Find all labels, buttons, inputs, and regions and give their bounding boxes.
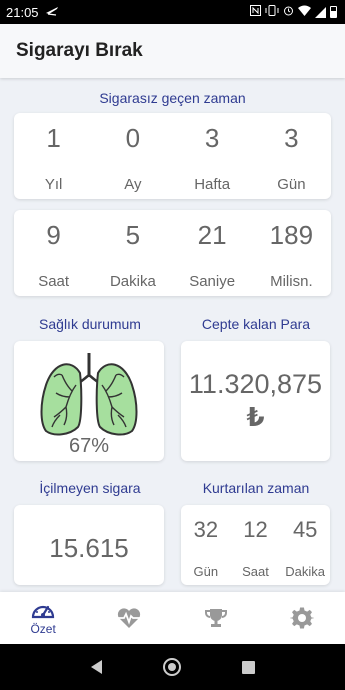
saved-label: Gün xyxy=(193,564,219,579)
recent-apps-icon[interactable] xyxy=(241,660,255,674)
stat-label: Saniye xyxy=(189,273,236,290)
saved-minutes: 45 Dakika xyxy=(280,505,330,585)
nav-achievements[interactable] xyxy=(173,592,259,644)
system-nav-bar xyxy=(0,644,345,690)
health-percent: 67% xyxy=(68,435,110,457)
gear-icon xyxy=(289,607,314,629)
stat-minutes: 5 Dakika xyxy=(93,210,172,296)
smoke-free-time-card-1: 1 Yıl 0 Ay 3 Hafta 3 Gün xyxy=(14,113,331,199)
app-bar: Sigarayı Bırak xyxy=(0,24,345,78)
health-card[interactable]: 67% xyxy=(14,341,164,461)
stat-days: 3 Gün xyxy=(252,113,331,199)
status-bar: 21:05 xyxy=(0,0,345,24)
stat-hours: 9 Saat xyxy=(14,210,93,296)
nav-settings[interactable] xyxy=(259,592,345,644)
health-title: Sağlık durumum xyxy=(39,316,141,332)
saved-time-title: Kurtarılan zaman xyxy=(202,480,310,496)
stat-label: Milisn. xyxy=(270,273,313,290)
trophy-icon xyxy=(204,609,227,627)
stat-label: Yıl xyxy=(44,176,63,193)
unsmoked-card[interactable]: 15.615 xyxy=(14,505,164,585)
wifi-icon xyxy=(298,5,311,19)
stat-label: Gün xyxy=(277,176,306,193)
saved-label: Dakika xyxy=(285,564,326,579)
speedometer-icon xyxy=(32,605,55,619)
nav-health[interactable] xyxy=(86,592,172,644)
stat-value: 189 xyxy=(269,220,314,250)
saved-label: Saat xyxy=(242,564,269,579)
battery-icon xyxy=(330,6,337,18)
saved-value: 12 xyxy=(243,517,268,542)
back-icon[interactable] xyxy=(90,660,102,674)
stat-milliseconds: 189 Milisn. xyxy=(252,210,331,296)
nfc-icon xyxy=(250,5,261,19)
saved-time-card[interactable]: 32 Gün 12 Saat 45 Dakika xyxy=(181,505,330,585)
heart-pulse-icon xyxy=(118,608,141,628)
stat-label: Hafta xyxy=(194,176,231,193)
saved-days: 32 Gün xyxy=(181,505,231,585)
stat-value: 9 xyxy=(46,220,61,250)
bottom-nav: Özet xyxy=(0,592,345,644)
stat-value: 0 xyxy=(125,123,141,153)
stat-value: 21 xyxy=(197,220,227,250)
money-card[interactable]: 11.320,875 ₺ xyxy=(181,341,330,461)
stat-value: 1 xyxy=(46,123,61,153)
nav-summary-label: Özet xyxy=(30,622,56,636)
currency-symbol: ₺ xyxy=(246,402,265,432)
lungs-icon xyxy=(40,353,138,436)
stat-seconds: 21 Saniye xyxy=(173,210,252,296)
money-amount: 11.320,875 xyxy=(188,369,323,399)
stat-weeks: 3 Hafta xyxy=(173,113,252,199)
smoke-free-time-card-2: 9 Saat 5 Dakika 21 Saniye 189 Milisn. xyxy=(14,210,331,296)
stat-years: 1 Yıl xyxy=(14,113,93,199)
unsmoked-title: İçilmeyen sigara xyxy=(39,480,141,496)
smoke-free-time-title: Sigarasız geçen zaman xyxy=(99,90,246,106)
stat-months: 0 Ay xyxy=(93,113,172,199)
money-title: Cepte kalan Para xyxy=(201,316,311,332)
home-icon[interactable] xyxy=(162,658,181,676)
stat-value: 3 xyxy=(284,123,299,153)
app-title: Sigarayı Bırak xyxy=(16,40,143,61)
stat-value: 5 xyxy=(125,220,141,250)
unsmoked-count: 15.615 xyxy=(49,533,129,563)
nav-summary[interactable]: Özet xyxy=(0,592,86,644)
saved-value: 32 xyxy=(193,517,219,542)
stat-value: 3 xyxy=(204,123,220,153)
cell-signal-icon xyxy=(315,6,326,18)
stat-label: Ay xyxy=(124,176,142,193)
stat-label: Saat xyxy=(38,273,70,290)
airplane-icon xyxy=(45,5,59,20)
saved-value: 45 xyxy=(292,517,318,542)
alarm-icon xyxy=(283,5,294,19)
saved-hours: 12 Saat xyxy=(231,505,281,585)
stat-label: Dakika xyxy=(109,273,156,290)
vibrate-icon xyxy=(265,5,279,19)
status-time: 21:05 xyxy=(6,4,39,20)
